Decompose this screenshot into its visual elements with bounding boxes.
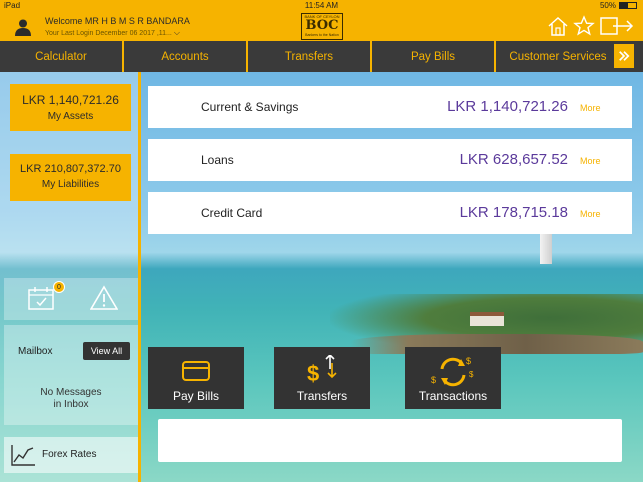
last-login-text[interactable]: Your Last Login December 06 2017 ,11... … [45, 28, 180, 38]
account-amount: LKR 178,715.18 [459, 204, 568, 221]
battery-status: 50% [600, 1, 637, 10]
mailbox-empty-line2: in Inbox [53, 399, 89, 410]
user-icon [15, 19, 31, 36]
mailbox-title: Mailbox [18, 346, 53, 357]
nav-pay-bills[interactable]: Pay Bills [372, 41, 496, 72]
main-nav: Calculator Accounts Transfers Pay Bills … [0, 41, 643, 72]
nav-accounts[interactable]: Accounts [124, 41, 248, 72]
calendar-icon[interactable] [28, 286, 54, 310]
quick-action-transactions[interactable]: $ $ $ Transactions [405, 347, 501, 409]
more-link[interactable]: More [580, 209, 601, 219]
transactions-cycle-icon: $ $ $ [405, 355, 501, 387]
double-chevron-right-icon [619, 51, 630, 61]
calendar-badge: 0 [53, 281, 65, 293]
account-name: Current & Savings [201, 100, 299, 114]
account-amount: LKR 1,140,721.26 [447, 98, 568, 115]
liabilities-label: My Liabilities [41, 179, 100, 190]
nav-next-arrow[interactable] [614, 44, 634, 68]
quick-action-label: Pay Bills [172, 389, 219, 403]
nav-calculator[interactable]: Calculator [0, 41, 124, 72]
favorite-icon[interactable] [573, 15, 595, 37]
account-row-loans[interactable]: Loans LKR 628,657.52 More [148, 139, 632, 181]
nav-transfers[interactable]: Transfers [248, 41, 372, 72]
liabilities-value: LKR 210,807,372.70 [20, 163, 121, 175]
quick-action-label: Transactions [418, 389, 488, 403]
battery-percent: 50% [599, 1, 616, 10]
chevron-down-icon[interactable]: ⌵ [174, 28, 180, 37]
nav-customer-services[interactable]: Customer Services [496, 41, 620, 72]
quick-action-label: Transfers [296, 389, 348, 403]
house-image [470, 312, 504, 326]
quick-action-transfers[interactable]: $ Transfers [274, 347, 370, 409]
last-login-value: Your Last Login December 06 2017 ,11... [45, 30, 172, 37]
assets-card[interactable]: LKR 1,140,721.26 My Assets [10, 84, 131, 131]
more-link[interactable]: More [580, 156, 601, 166]
account-row-credit-card[interactable]: Credit Card LKR 178,715.18 More [148, 192, 632, 234]
svg-text:$: $ [466, 356, 471, 366]
mailbox-empty-line1: No Messages [40, 387, 102, 398]
quick-action-pay-bills[interactable]: Pay Bills [148, 347, 244, 409]
warning-icon[interactable] [90, 285, 118, 311]
bank-logo: BANK OF CEYLON BOC Bankers to the Nation [301, 13, 343, 40]
assets-label: My Assets [47, 111, 94, 122]
info-banner [158, 419, 622, 462]
clock: 11:54 AM [304, 1, 339, 10]
forex-rates-link[interactable]: Forex Rates [4, 437, 138, 473]
more-link[interactable]: More [580, 103, 601, 113]
forex-rates-label: Forex Rates [42, 449, 97, 460]
svg-text:$: $ [469, 370, 474, 379]
status-bar: iPad 11:54 AM 50% [0, 0, 643, 12]
assets-value: LKR 1,140,721.26 [22, 93, 119, 107]
mailbox-empty-message: No Messages in Inbox [4, 387, 138, 411]
credit-card-icon [148, 355, 244, 387]
header-actions [547, 15, 635, 37]
battery-icon [619, 2, 637, 9]
account-name: Credit Card [201, 206, 263, 220]
account-row-current-savings[interactable]: Current & Savings LKR 1,140,721.26 More [148, 86, 632, 128]
chart-line-icon [11, 445, 35, 466]
logout-icon[interactable] [599, 15, 635, 37]
svg-text:$: $ [431, 375, 436, 385]
account-name: Loans [201, 153, 234, 167]
app-header: Welcome MR H B M S R BANDARA Your Last L… [0, 12, 643, 41]
view-all-button[interactable]: View All [83, 342, 130, 360]
welcome-text: Welcome MR H B M S R BANDARA [45, 16, 190, 26]
logo-mark: BOC [305, 18, 339, 33]
logo-tagline: Bankers to the Nation [305, 33, 339, 37]
mailbox-panel: Mailbox View All No Messages in Inbox [4, 325, 138, 425]
svg-text:$: $ [307, 361, 319, 386]
home-icon[interactable] [547, 15, 569, 37]
sidebar-shortcuts: 0 [4, 278, 138, 320]
transfer-dollar-icon: $ [274, 355, 370, 387]
liabilities-card[interactable]: LKR 210,807,372.70 My Liabilities [10, 154, 131, 201]
account-amount: LKR 628,657.52 [459, 151, 568, 168]
